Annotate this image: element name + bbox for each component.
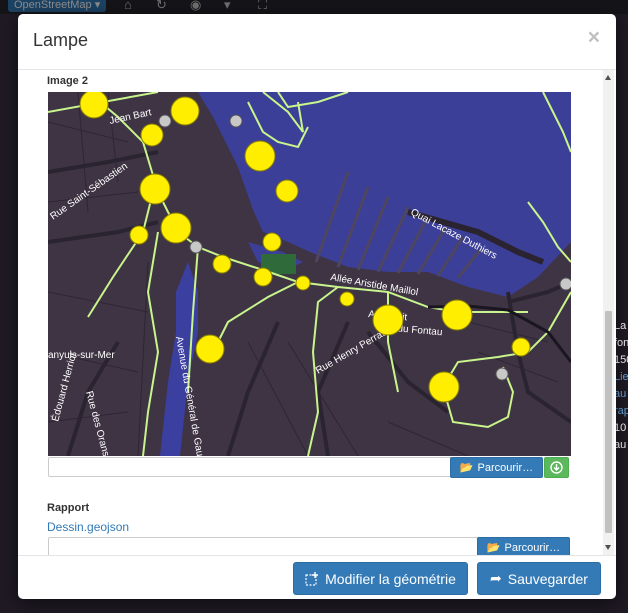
feature-modal: Lampe × Image 2 Jean Bart Rue Saint-Séba… — [18, 14, 616, 599]
share-arrow-icon: ➦ — [490, 570, 502, 586]
lamp-point — [511, 337, 531, 357]
rapport-file-link[interactable]: Dessin.geojson — [47, 520, 129, 534]
scroll-down-icon[interactable] — [605, 545, 611, 550]
lamp-point — [372, 304, 404, 336]
folder-open-icon: 📂 — [486, 542, 501, 554]
folder-open-icon: 📂 — [459, 462, 474, 474]
lamp-point — [441, 299, 473, 331]
lamp-point — [262, 232, 282, 252]
lamp-point — [253, 267, 273, 287]
lamp-point — [139, 173, 171, 205]
lamp-point — [195, 334, 225, 364]
lamp-point-gray — [229, 114, 243, 128]
rapport-file-input[interactable] — [48, 537, 478, 556]
scroll-up-icon[interactable] — [605, 75, 611, 80]
rapport-browse-button[interactable]: 📂 Parcourir… — [477, 537, 570, 556]
modal-body: Image 2 Jean Bart Rue Saint-Sébastien Qu… — [18, 70, 616, 556]
image2-label: Image 2 — [47, 75, 88, 87]
lamp-point — [339, 291, 355, 307]
scroll-thumb[interactable] — [605, 311, 612, 533]
lamp-point — [295, 275, 311, 291]
lamp-point-gray — [495, 367, 509, 381]
draw-geometry-icon — [305, 571, 319, 586]
lamp-point — [275, 179, 299, 203]
lamp-point-gray — [559, 277, 571, 291]
image2-preview: Jean Bart Rue Saint-Sébastien Quai Lacaz… — [48, 92, 571, 456]
modal-header: Lampe × — [18, 14, 616, 70]
image2-browse-button[interactable]: 📂 Parcourir… — [450, 457, 543, 478]
modal-scrollbar[interactable] — [603, 70, 614, 556]
modal-footer: Modifier la géométrie ➦ Sauvegarder — [18, 555, 616, 599]
modal-title: Lampe — [33, 30, 89, 50]
lamp-point — [79, 92, 109, 119]
lamp-point-gray — [158, 114, 172, 128]
lamp-point-gray — [189, 240, 203, 254]
save-button[interactable]: ➦ Sauvegarder — [477, 562, 601, 595]
map-illustration: Jean Bart Rue Saint-Sébastien Quai Lacaz… — [48, 92, 571, 456]
lamp-point — [160, 212, 192, 244]
lamp-point — [129, 225, 149, 245]
image2-file-input[interactable] — [48, 457, 452, 477]
modify-geometry-button[interactable]: Modifier la géométrie — [293, 562, 468, 595]
download-icon — [550, 461, 563, 474]
rapport-label: Rapport — [47, 502, 90, 514]
lamp-point — [212, 254, 232, 274]
close-icon[interactable]: × — [588, 26, 600, 50]
image2-download-button[interactable] — [544, 457, 569, 478]
lamp-point — [170, 96, 200, 126]
background-side-text: La fon 150 Lie au rap 10 au — [614, 320, 628, 451]
lamp-point — [428, 371, 460, 403]
street-label-banyuls: anyuls-sur-Mer — [48, 350, 115, 361]
lamp-point — [244, 140, 276, 172]
lamp-point — [140, 123, 164, 147]
